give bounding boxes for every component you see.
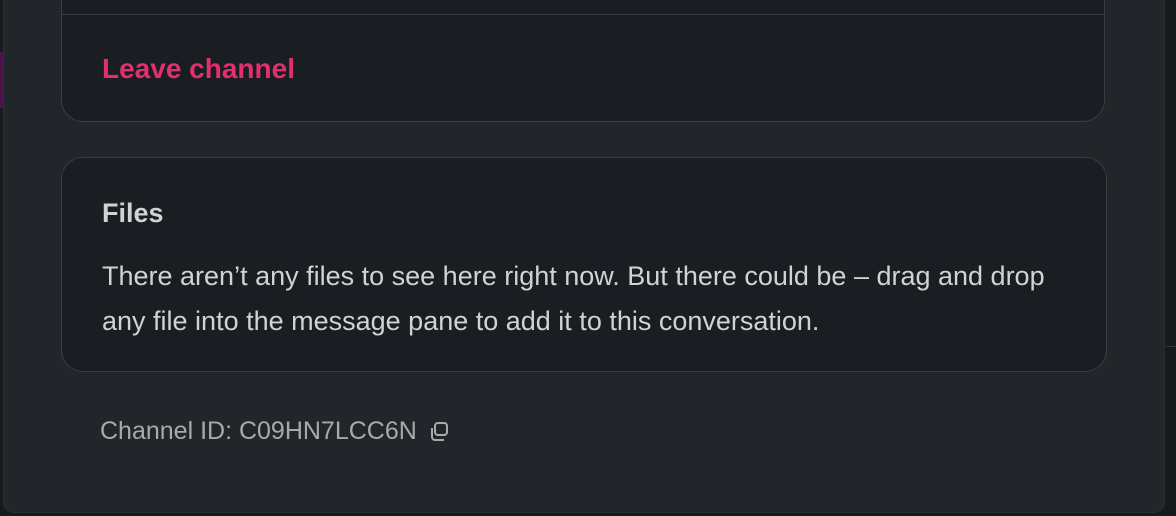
- copy-icon[interactable]: [427, 420, 451, 444]
- channel-actions-card: Leave channel: [61, 0, 1105, 122]
- files-heading: Files: [102, 198, 164, 228]
- leave-channel-button[interactable]: Leave channel: [102, 53, 295, 85]
- channel-id-text: Channel ID: C09HN7LCC6N: [100, 417, 417, 445]
- channel-details-modal: Leave channel Files There aren’t any fil…: [4, 0, 1164, 512]
- files-card: Files There aren’t any files to see here…: [61, 157, 1107, 372]
- channel-id-row: Channel ID: C09HN7LCC6N: [100, 417, 451, 446]
- card-divider: [62, 14, 1104, 15]
- background-divider: [1166, 346, 1176, 347]
- files-empty-message: There aren’t any files to see here right…: [102, 261, 1045, 336]
